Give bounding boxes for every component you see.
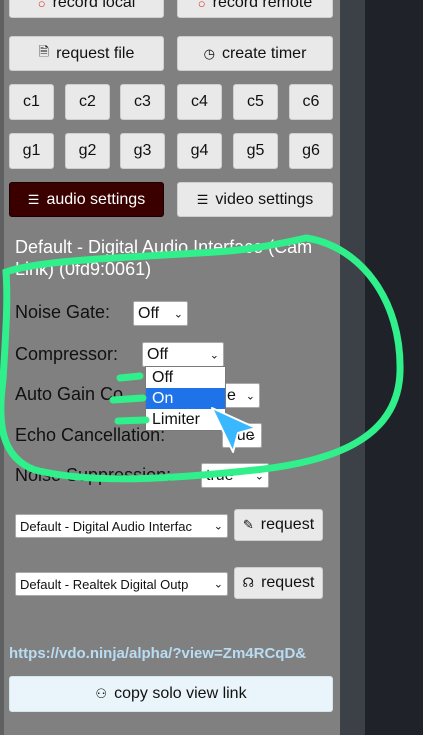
chevron-down-icon: ⌄ bbox=[247, 430, 257, 442]
c3-button[interactable]: c3 bbox=[120, 84, 165, 120]
g5-button[interactable]: g5 bbox=[233, 133, 278, 169]
create-timer-button[interactable]: ◷ create timer bbox=[177, 36, 333, 71]
option-limiter[interactable]: Limiter bbox=[146, 409, 225, 430]
noise-gate-label: Noise Gate: bbox=[15, 302, 111, 322]
record-icon: ○ bbox=[37, 0, 46, 11]
record-local-button[interactable]: ○ record local bbox=[9, 0, 164, 18]
request-input-button[interactable]: ✎ request bbox=[234, 509, 323, 541]
chevron-down-icon: ⌄ bbox=[173, 308, 183, 320]
c4-button[interactable]: c4 bbox=[177, 84, 222, 120]
chevron-down-icon: ⌄ bbox=[254, 470, 264, 482]
solo-view-link[interactable]: https://vdo.ninja/alpha/?view=Zm4RCqD& bbox=[9, 645, 306, 662]
c5-button[interactable]: c5 bbox=[233, 84, 278, 120]
auto-gain-label: Auto Gain Co bbox=[15, 384, 124, 404]
echo-cancellation-select[interactable]: true ⌄ bbox=[222, 423, 262, 448]
audio-settings-button[interactable]: ☰ audio settings bbox=[9, 182, 164, 217]
chevron-down-icon: ⌄ bbox=[213, 520, 223, 533]
option-on[interactable]: On bbox=[146, 388, 225, 409]
g6-button[interactable]: g6 bbox=[289, 133, 333, 169]
option-off[interactable]: Off bbox=[146, 367, 225, 388]
c6-button[interactable]: c6 bbox=[289, 84, 333, 120]
panel-border bbox=[0, 0, 4, 735]
noise-gate-select[interactable]: Off ⌄ bbox=[133, 301, 188, 326]
compressor-label: Compressor: bbox=[15, 344, 119, 364]
copy-solo-link-button[interactable]: ⚇ copy solo view link bbox=[9, 676, 333, 712]
microphone-icon: ✎ bbox=[242, 517, 254, 532]
request-output-button[interactable]: ☊ request bbox=[234, 567, 323, 599]
record-remote-button[interactable]: ○ record remote bbox=[177, 0, 333, 18]
g4-button[interactable]: g4 bbox=[177, 133, 222, 169]
user-icon: ⚇ bbox=[95, 686, 108, 701]
device-title: Default - Digital Audio Interface (Cam L… bbox=[15, 237, 313, 279]
record-icon: ○ bbox=[197, 0, 206, 11]
compressor-dropdown[interactable]: Off On Limiter bbox=[145, 366, 226, 431]
audio-output-select[interactable]: Default - Realtek Digital Outp ⌄ bbox=[15, 572, 228, 596]
g2-button[interactable]: g2 bbox=[65, 133, 110, 169]
echo-cancellation-label: Echo Cancellation: bbox=[15, 425, 166, 445]
request-file-button[interactable]: 🗎 request file bbox=[9, 36, 164, 71]
auto-gain-select[interactable]: e ⌄ bbox=[222, 383, 260, 408]
sliders-icon: ☰ bbox=[27, 191, 40, 207]
compressor-select[interactable]: Off ⌄ bbox=[142, 342, 224, 367]
headphones-icon: ☊ bbox=[242, 575, 255, 590]
background-area bbox=[365, 0, 423, 735]
c2-button[interactable]: c2 bbox=[65, 84, 110, 120]
noise-suppression-select[interactable]: true ⌄ bbox=[201, 463, 269, 488]
clock-icon: ◷ bbox=[203, 45, 215, 61]
video-settings-button[interactable]: ☰ video settings bbox=[177, 182, 333, 217]
chevron-down-icon: ⌄ bbox=[245, 390, 255, 402]
file-icon: 🗎 bbox=[38, 43, 50, 59]
g1-button[interactable]: g1 bbox=[9, 133, 54, 169]
sliders-icon: ☰ bbox=[196, 191, 209, 207]
chevron-down-icon: ⌄ bbox=[209, 349, 219, 361]
audio-input-select[interactable]: Default - Digital Audio Interfac ⌄ bbox=[15, 514, 228, 538]
noise-suppression-label: Noise Suppression: bbox=[15, 465, 172, 485]
g3-button[interactable]: g3 bbox=[120, 133, 165, 169]
scrollbar-track[interactable] bbox=[340, 0, 365, 735]
chevron-down-icon: ⌄ bbox=[213, 578, 223, 591]
c1-button[interactable]: c1 bbox=[9, 84, 54, 120]
